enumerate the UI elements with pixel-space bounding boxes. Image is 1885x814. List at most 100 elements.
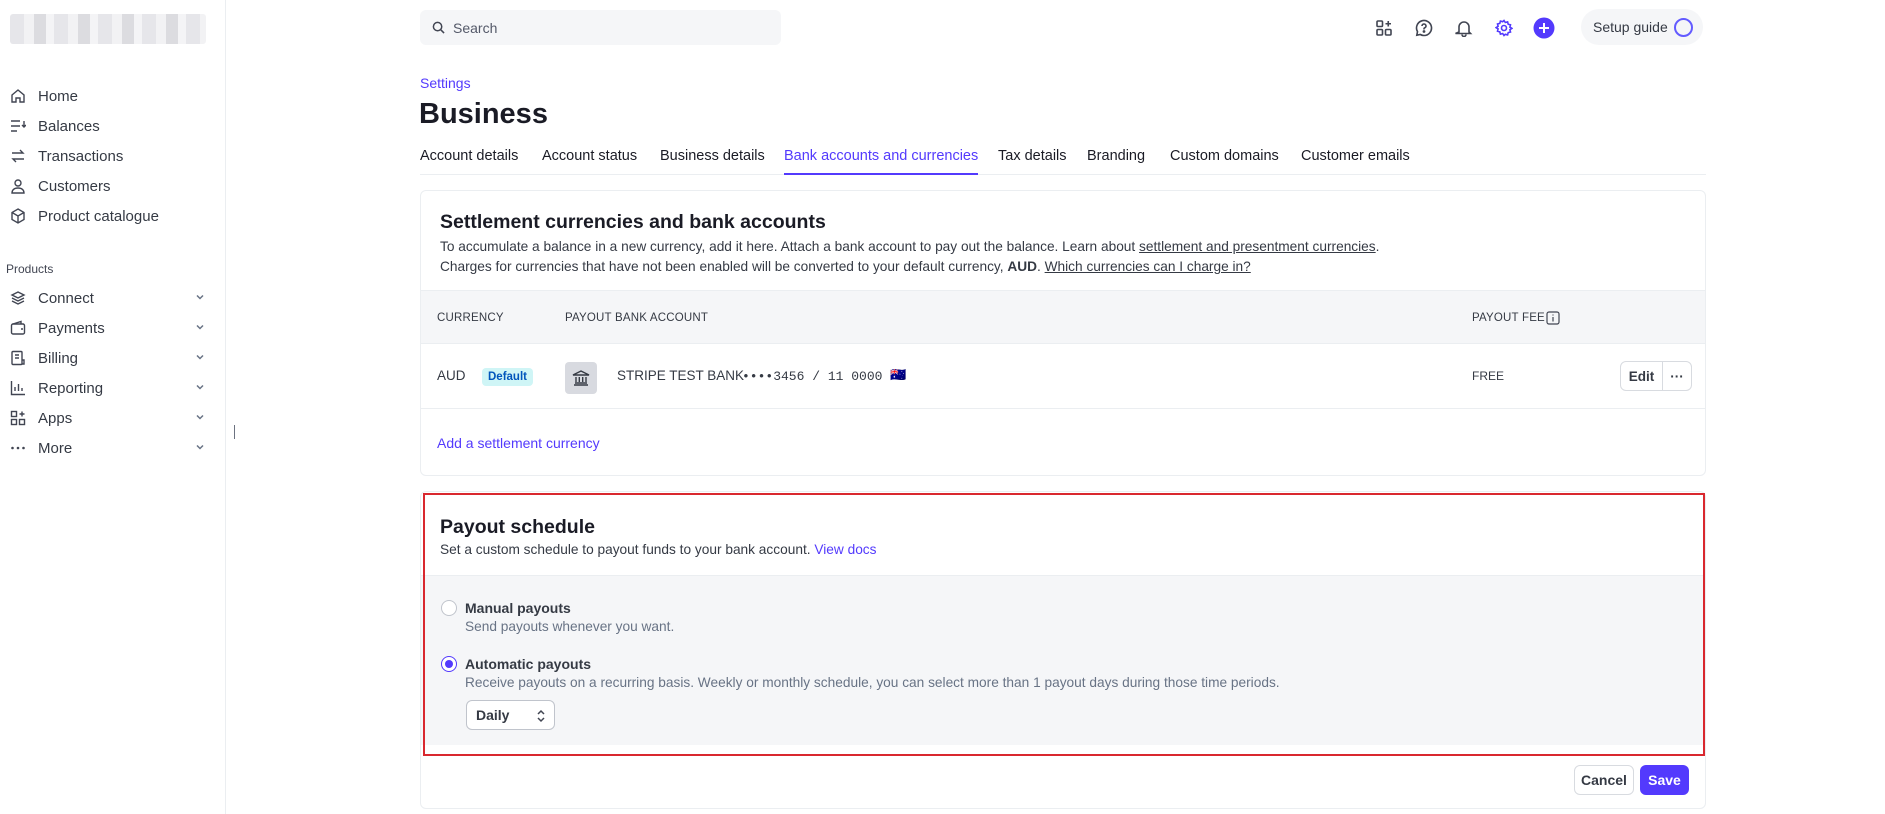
sidebar-resize-handle[interactable] [234,425,235,439]
column-header-payout-bank-account: PAYOUT BANK ACCOUNT [565,312,709,324]
tab-business-details[interactable]: Business details [660,148,765,175]
description-text: . [1375,239,1380,254]
transactions-icon [10,148,26,164]
bank-name: STRIPE TEST BANK [617,368,745,383]
sidebar-item-payments[interactable]: Payments [10,316,206,340]
setup-guide-button[interactable]: Setup guide [1581,9,1703,45]
more-icon [10,440,26,456]
tab-branding[interactable]: Branding [1087,148,1145,175]
save-button[interactable]: Save [1640,765,1689,795]
apps-icon [10,410,26,426]
chevron-down-icon [196,384,204,390]
setup-guide-label: Setup guide [1593,19,1668,35]
sidebar-item-more[interactable]: More [10,436,206,460]
sidebar-item-label: Apps [38,409,73,427]
sidebar-item-label: Reporting [38,379,104,397]
settlement-currencies-card: Settlement currencies and bank accounts … [420,190,1706,476]
chevron-down-icon [196,444,204,450]
settlement-currencies-link[interactable]: settlement and presentment currencies [1139,239,1376,254]
sidebar-item-apps[interactable]: Apps [10,406,206,430]
progress-ring-icon [1674,18,1693,37]
cancel-button[interactable]: Cancel [1574,765,1634,795]
currency-code: AUD [437,368,466,383]
search-bar[interactable] [420,10,781,45]
chevron-down-icon [196,354,204,360]
settings-button[interactable] [1493,17,1515,39]
create-button[interactable] [1533,17,1555,39]
default-badge: Default [482,368,533,386]
chevron-down-icon [196,294,204,300]
table-row: AUD Default STRIPE TEST BANK ••••3456 / … [421,344,1705,409]
apps-grid-icon [1376,20,1392,36]
customers-icon [10,178,26,194]
product-catalogue-icon [10,208,26,224]
tab-tax-details[interactable]: Tax details [998,148,1067,175]
australia-flag-icon: 🇦🇺 [890,367,907,382]
apps-grid-button[interactable] [1373,17,1395,39]
reporting-icon [10,380,26,396]
default-currency-text: AUD [1007,259,1037,274]
sidebar-item-label: Transactions [38,147,124,165]
sidebar-item-home[interactable]: Home [10,84,206,108]
notifications-button[interactable] [1453,17,1475,39]
tab-customer-emails[interactable]: Customer emails [1301,148,1410,175]
gear-icon [1495,19,1513,37]
help-button[interactable] [1413,17,1435,39]
edit-button[interactable]: Edit [1621,362,1663,390]
sidebar-item-billing[interactable]: Billing [10,346,206,370]
payout-fee: FREE [1472,369,1505,383]
sidebar-item-label: Home [38,87,79,105]
column-header-currency: CURRENCY [437,312,504,324]
sidebar-item-label: Payments [38,319,105,337]
sidebar-item-reporting[interactable]: Reporting [10,376,206,400]
search-icon [432,21,445,34]
section-title: Settlement currencies and bank accounts [440,211,826,233]
more-actions-button[interactable]: ··· [1663,362,1691,390]
account-number: ••••3456 / 11 0000 [742,369,883,384]
tab-account-status[interactable]: Account status [542,148,637,175]
which-currencies-link[interactable]: Which currencies can I charge in? [1045,259,1251,274]
row-actions: Edit ··· [1620,361,1692,391]
add-settlement-currency-link[interactable]: Add a settlement currency [437,435,600,451]
chevron-down-icon [196,324,204,330]
search-input[interactable] [453,19,753,36]
breadcrumb[interactable]: Settings [420,75,471,91]
payments-icon [10,320,26,336]
info-icon[interactable] [1546,311,1560,325]
sidebar-item-balances[interactable]: Balances [10,114,206,138]
bell-icon [1455,21,1473,37]
sidebar: Home Balances Transactions Customers Pro… [0,0,226,814]
billing-icon [10,350,26,366]
tab-custom-domains[interactable]: Custom domains [1170,148,1279,175]
page-title: Business [419,98,548,130]
tab-bank-accounts-and-currencies[interactable]: Bank accounts and currencies [784,148,979,175]
connect-icon [10,290,26,306]
balances-icon [10,118,26,134]
help-icon [1415,19,1433,37]
sidebar-item-label: More [38,439,73,457]
chevron-down-icon [196,414,204,420]
sidebar-item-label: Billing [38,349,79,367]
products-section-label: Products [6,262,54,276]
sidebar-item-label: Product catalogue [38,207,159,225]
sidebar-item-product-catalogue[interactable]: Product catalogue [10,204,206,228]
plus-icon [1533,17,1555,39]
column-header-payout-fee: PAYOUT FEE [1472,312,1545,324]
sidebar-item-transactions[interactable]: Transactions [10,144,206,168]
sidebar-item-label: Balances [38,117,100,135]
sidebar-item-customers[interactable]: Customers [10,174,206,198]
description-text: To accumulate a balance in a new currenc… [440,239,1140,254]
sidebar-item-label: Customers [38,177,111,195]
description-text: . [1037,259,1045,274]
home-icon [10,88,26,104]
section-description: To accumulate a balance in a new currenc… [440,237,1660,277]
sidebar-item-label: Connect [38,289,94,307]
account-logo[interactable] [10,14,206,44]
highlight-box [423,493,1705,756]
table-header: CURRENCY PAYOUT BANK ACCOUNT PAYOUT FEE [421,290,1705,344]
bank-icon [565,362,597,394]
description-text: Charges for currencies that have not bee… [440,259,1008,274]
tab-account-details[interactable]: Account details [420,148,518,175]
sidebar-item-connect[interactable]: Connect [10,286,206,310]
settings-tabs: Account details Account status Business … [420,145,1706,175]
